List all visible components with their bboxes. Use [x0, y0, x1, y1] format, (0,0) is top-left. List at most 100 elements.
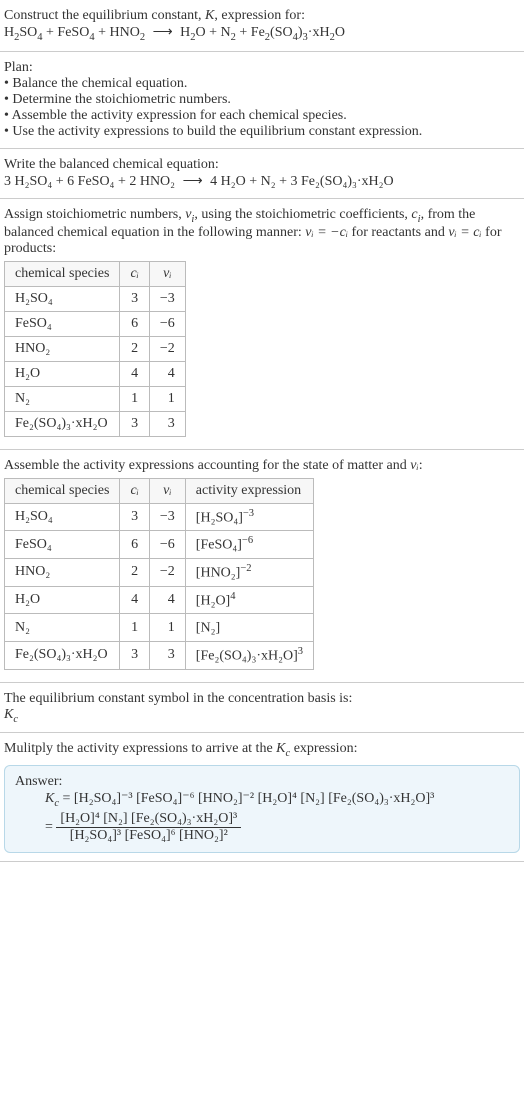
cell-nui: −6	[149, 531, 185, 559]
cell-ci: 4	[120, 586, 149, 614]
activity-exp: 4	[230, 591, 235, 602]
table-row: HNO₂2−2[HNO₂]−2	[5, 558, 314, 586]
cell-nui: 1	[149, 614, 185, 642]
assign-text: Assign stoichiometric numbers, νi, using…	[4, 207, 520, 257]
cell-nui: −3	[149, 286, 185, 311]
cell-activity: [HNO₂]−2	[185, 558, 313, 586]
cell-nui: −2	[149, 558, 185, 586]
fraction-denominator: [H₂SO₄]³ [FeSO₄]⁶ [HNO₂]²	[56, 828, 241, 844]
kc-symbol: Kc	[45, 791, 59, 806]
cell-species: Fe₂(SO₄)₃·xH₂O	[5, 411, 120, 436]
cell-ci: 2	[120, 336, 149, 361]
kc-symbol-text: The equilibrium constant symbol in the c…	[4, 691, 520, 707]
cell-ci: 6	[120, 531, 149, 559]
cell-ci: 1	[120, 386, 149, 411]
cell-species: H₂O	[5, 586, 120, 614]
cell-nui: −3	[149, 503, 185, 531]
plan-item: • Balance the chemical equation.	[4, 76, 520, 92]
plan-item: • Use the activity expressions to build …	[4, 124, 520, 140]
cell-ci: 3	[120, 641, 149, 669]
table-row: H₂SO₄3−3[H₂SO₄]−3	[5, 503, 314, 531]
plan-item-text: Use the activity expressions to build th…	[12, 124, 422, 139]
plan-item-text: Assemble the activity expression for eac…	[12, 108, 347, 123]
table-row: H₂O44	[5, 361, 186, 386]
col-species: chemical species	[5, 261, 120, 286]
table-row: Fe₂(SO₄)₃·xH₂O33[Fe₂(SO₄)₃·xH₂O]3	[5, 641, 314, 669]
table-row: N₂11[N₂]	[5, 614, 314, 642]
answer-flat-line: Kc = [H₂SO₄]⁻³ [FeSO₄]⁻⁶ [HNO₂]⁻² [H₂O]⁴…	[45, 790, 509, 809]
kc-symbol: Kc	[4, 707, 520, 725]
prompt-line: Construct the equilibrium constant, K, e…	[4, 8, 520, 24]
stoich-table: chemical species cᵢ νᵢ H₂SO₄3−3 FeSO₄6−6…	[4, 261, 186, 437]
table-row: N₂11	[5, 386, 186, 411]
table-row: HNO₂2−2	[5, 336, 186, 361]
activity-exp: −3	[243, 508, 254, 519]
multiply-text: Mulitply the activity expressions to arr…	[4, 741, 520, 759]
activity-section: Assemble the activity expressions accoun…	[0, 450, 524, 683]
cell-ci: 3	[120, 503, 149, 531]
col-activity: activity expression	[185, 478, 313, 503]
table-row: Fe₂(SO₄)₃·xH₂O33	[5, 411, 186, 436]
activity-base: [H₂SO₄]	[196, 510, 243, 525]
assign-text-part: Assign stoichiometric numbers,	[4, 207, 185, 222]
activity-text: Assemble the activity expressions accoun…	[4, 458, 520, 474]
cell-nui: −2	[149, 336, 185, 361]
header-section: Construct the equilibrium constant, K, e…	[0, 0, 524, 52]
cell-nui: 4	[149, 586, 185, 614]
cell-nui: 1	[149, 386, 185, 411]
reaction-arrow: ⟶	[179, 173, 207, 190]
nu-symbol: νᵢ	[410, 458, 418, 473]
activity-base: [HNO₂]	[196, 566, 241, 581]
table-row: H₂O44[H₂O]4	[5, 586, 314, 614]
kc-symbol-section: The equilibrium constant symbol in the c…	[0, 683, 524, 734]
plan-item: • Assemble the activity expression for e…	[4, 108, 520, 124]
activity-text-part: :	[419, 458, 423, 473]
cell-species: H₂SO₄	[5, 503, 120, 531]
equals-sign: =	[45, 819, 56, 834]
cell-ci: 1	[120, 614, 149, 642]
cell-species: Fe₂(SO₄)₃·xH₂O	[5, 641, 120, 669]
answer-expression: Kc = [H₂SO₄]⁻³ [FeSO₄]⁻⁶ [HNO₂]⁻² [H₂O]⁴…	[45, 790, 509, 844]
activity-base: [FeSO₄]	[196, 538, 242, 553]
col-species: chemical species	[5, 478, 120, 503]
multiply-text-part: Mulitply the activity expressions to arr…	[4, 741, 276, 756]
assign-text-part: for reactants and	[348, 225, 448, 240]
col-nui: νᵢ	[149, 261, 185, 286]
fraction-numerator: [H₂O]⁴ [N₂] [Fe₂(SO₄)₃·xH₂O]³	[56, 811, 241, 828]
plan-item: • Determine the stoichiometric numbers.	[4, 92, 520, 108]
col-nui: νᵢ	[149, 478, 185, 503]
balanced-equation: 3 H₂SO₄ + 6 FeSO₄ + 2 HNO₂ ⟶ 4 H₂O + N₂ …	[4, 173, 520, 190]
cell-species: HNO₂	[5, 336, 120, 361]
cell-nui: 4	[149, 361, 185, 386]
k-symbol: K	[205, 8, 214, 23]
reaction-arrow: ⟶	[149, 24, 177, 41]
answer-flat: [H₂SO₄]⁻³ [FeSO₄]⁻⁶ [HNO₂]⁻² [H₂O]⁴ [N₂]…	[74, 791, 434, 806]
col-ci: cᵢ	[120, 478, 149, 503]
cell-ci: 6	[120, 311, 149, 336]
cell-ci: 3	[120, 411, 149, 436]
nu-relation-react: νᵢ = −cᵢ	[305, 225, 348, 240]
cell-activity: [H₂SO₄]−3	[185, 503, 313, 531]
cell-activity: [Fe₂(SO₄)₃·xH₂O]3	[185, 641, 313, 669]
activity-base: [N₂]	[196, 621, 220, 636]
answer-section: Mulitply the activity expressions to arr…	[0, 733, 524, 862]
balanced-lhs: 3 H₂SO₄ + 6 FeSO₄ + 2 HNO₂	[4, 174, 175, 189]
assign-section: Assign stoichiometric numbers, νi, using…	[0, 199, 524, 450]
kc-letter: K	[4, 707, 13, 722]
cell-species: H₂O	[5, 361, 120, 386]
answer-fraction-line: = [H₂O]⁴ [N₂] [Fe₂(SO₄)₃·xH₂O]³ [H₂SO₄]³…	[45, 811, 509, 844]
cell-activity: [N₂]	[185, 614, 313, 642]
cell-species: N₂	[5, 386, 120, 411]
fraction: [H₂O]⁴ [N₂] [Fe₂(SO₄)₃·xH₂O]³ [H₂SO₄]³ […	[56, 811, 241, 844]
col-ci: cᵢ	[120, 261, 149, 286]
nu-symbol: νi	[185, 207, 194, 222]
multiply-text-part: expression:	[290, 741, 357, 756]
cell-species: H₂SO₄	[5, 286, 120, 311]
cell-activity: [FeSO₄]−6	[185, 531, 313, 559]
plan-title: Plan:	[4, 60, 520, 76]
answer-box: Answer: Kc = [H₂SO₄]⁻³ [FeSO₄]⁻⁶ [HNO₂]⁻…	[4, 765, 520, 853]
activity-exp: −6	[242, 535, 253, 546]
plan-item-text: Balance the chemical equation.	[12, 76, 187, 91]
cell-nui: −6	[149, 311, 185, 336]
plan-item-text: Determine the stoichiometric numbers.	[12, 92, 231, 107]
